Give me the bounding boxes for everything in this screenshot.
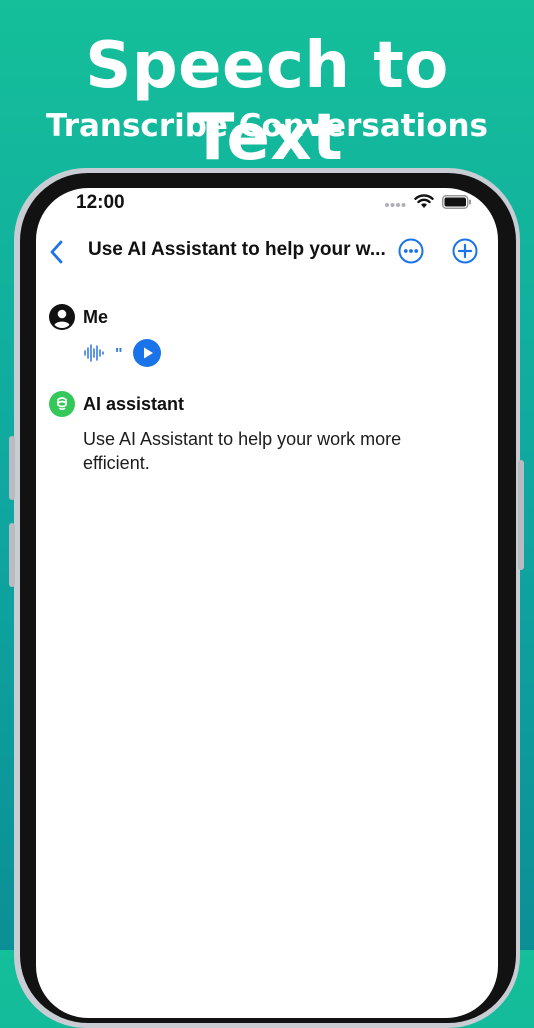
phone-side-button-left-1 xyxy=(9,436,15,500)
status-icons xyxy=(384,194,472,214)
ai-logo-icon xyxy=(49,391,75,417)
battery-icon xyxy=(442,194,472,214)
status-time: 12:00 xyxy=(76,192,125,213)
user-avatar xyxy=(49,304,75,330)
promo-subheadline: Transcribe Conversations xyxy=(45,108,489,144)
audio-message: " xyxy=(83,338,161,372)
phone-side-button-right xyxy=(518,460,524,570)
add-button[interactable] xyxy=(451,237,479,265)
play-icon xyxy=(132,338,161,367)
conversation-title: Use AI Assistant to help your w... xyxy=(88,239,386,260)
signal-icon xyxy=(384,195,406,213)
ai-avatar xyxy=(49,391,75,417)
chevron-left-icon xyxy=(50,240,63,264)
waveform-icon xyxy=(83,342,105,369)
phone-side-button-left-2 xyxy=(9,523,15,587)
phone-screen: 12:00 Use AI Assistant to help your w... xyxy=(36,188,498,1018)
person-circle-icon xyxy=(49,304,75,330)
ellipsis-circle-icon xyxy=(398,238,424,264)
back-button[interactable] xyxy=(44,236,72,268)
wifi-icon xyxy=(414,194,434,214)
more-options-button[interactable] xyxy=(397,237,425,265)
promo-headline: Speech to Text xyxy=(85,29,449,175)
sender-name: AI assistant xyxy=(83,394,185,414)
audio-quote: " xyxy=(115,346,123,363)
sender-name: Me xyxy=(83,307,109,327)
plus-circle-icon xyxy=(452,238,478,264)
message-text: Use AI Assistant to help your work more … xyxy=(83,429,402,473)
play-button[interactable] xyxy=(132,338,161,372)
